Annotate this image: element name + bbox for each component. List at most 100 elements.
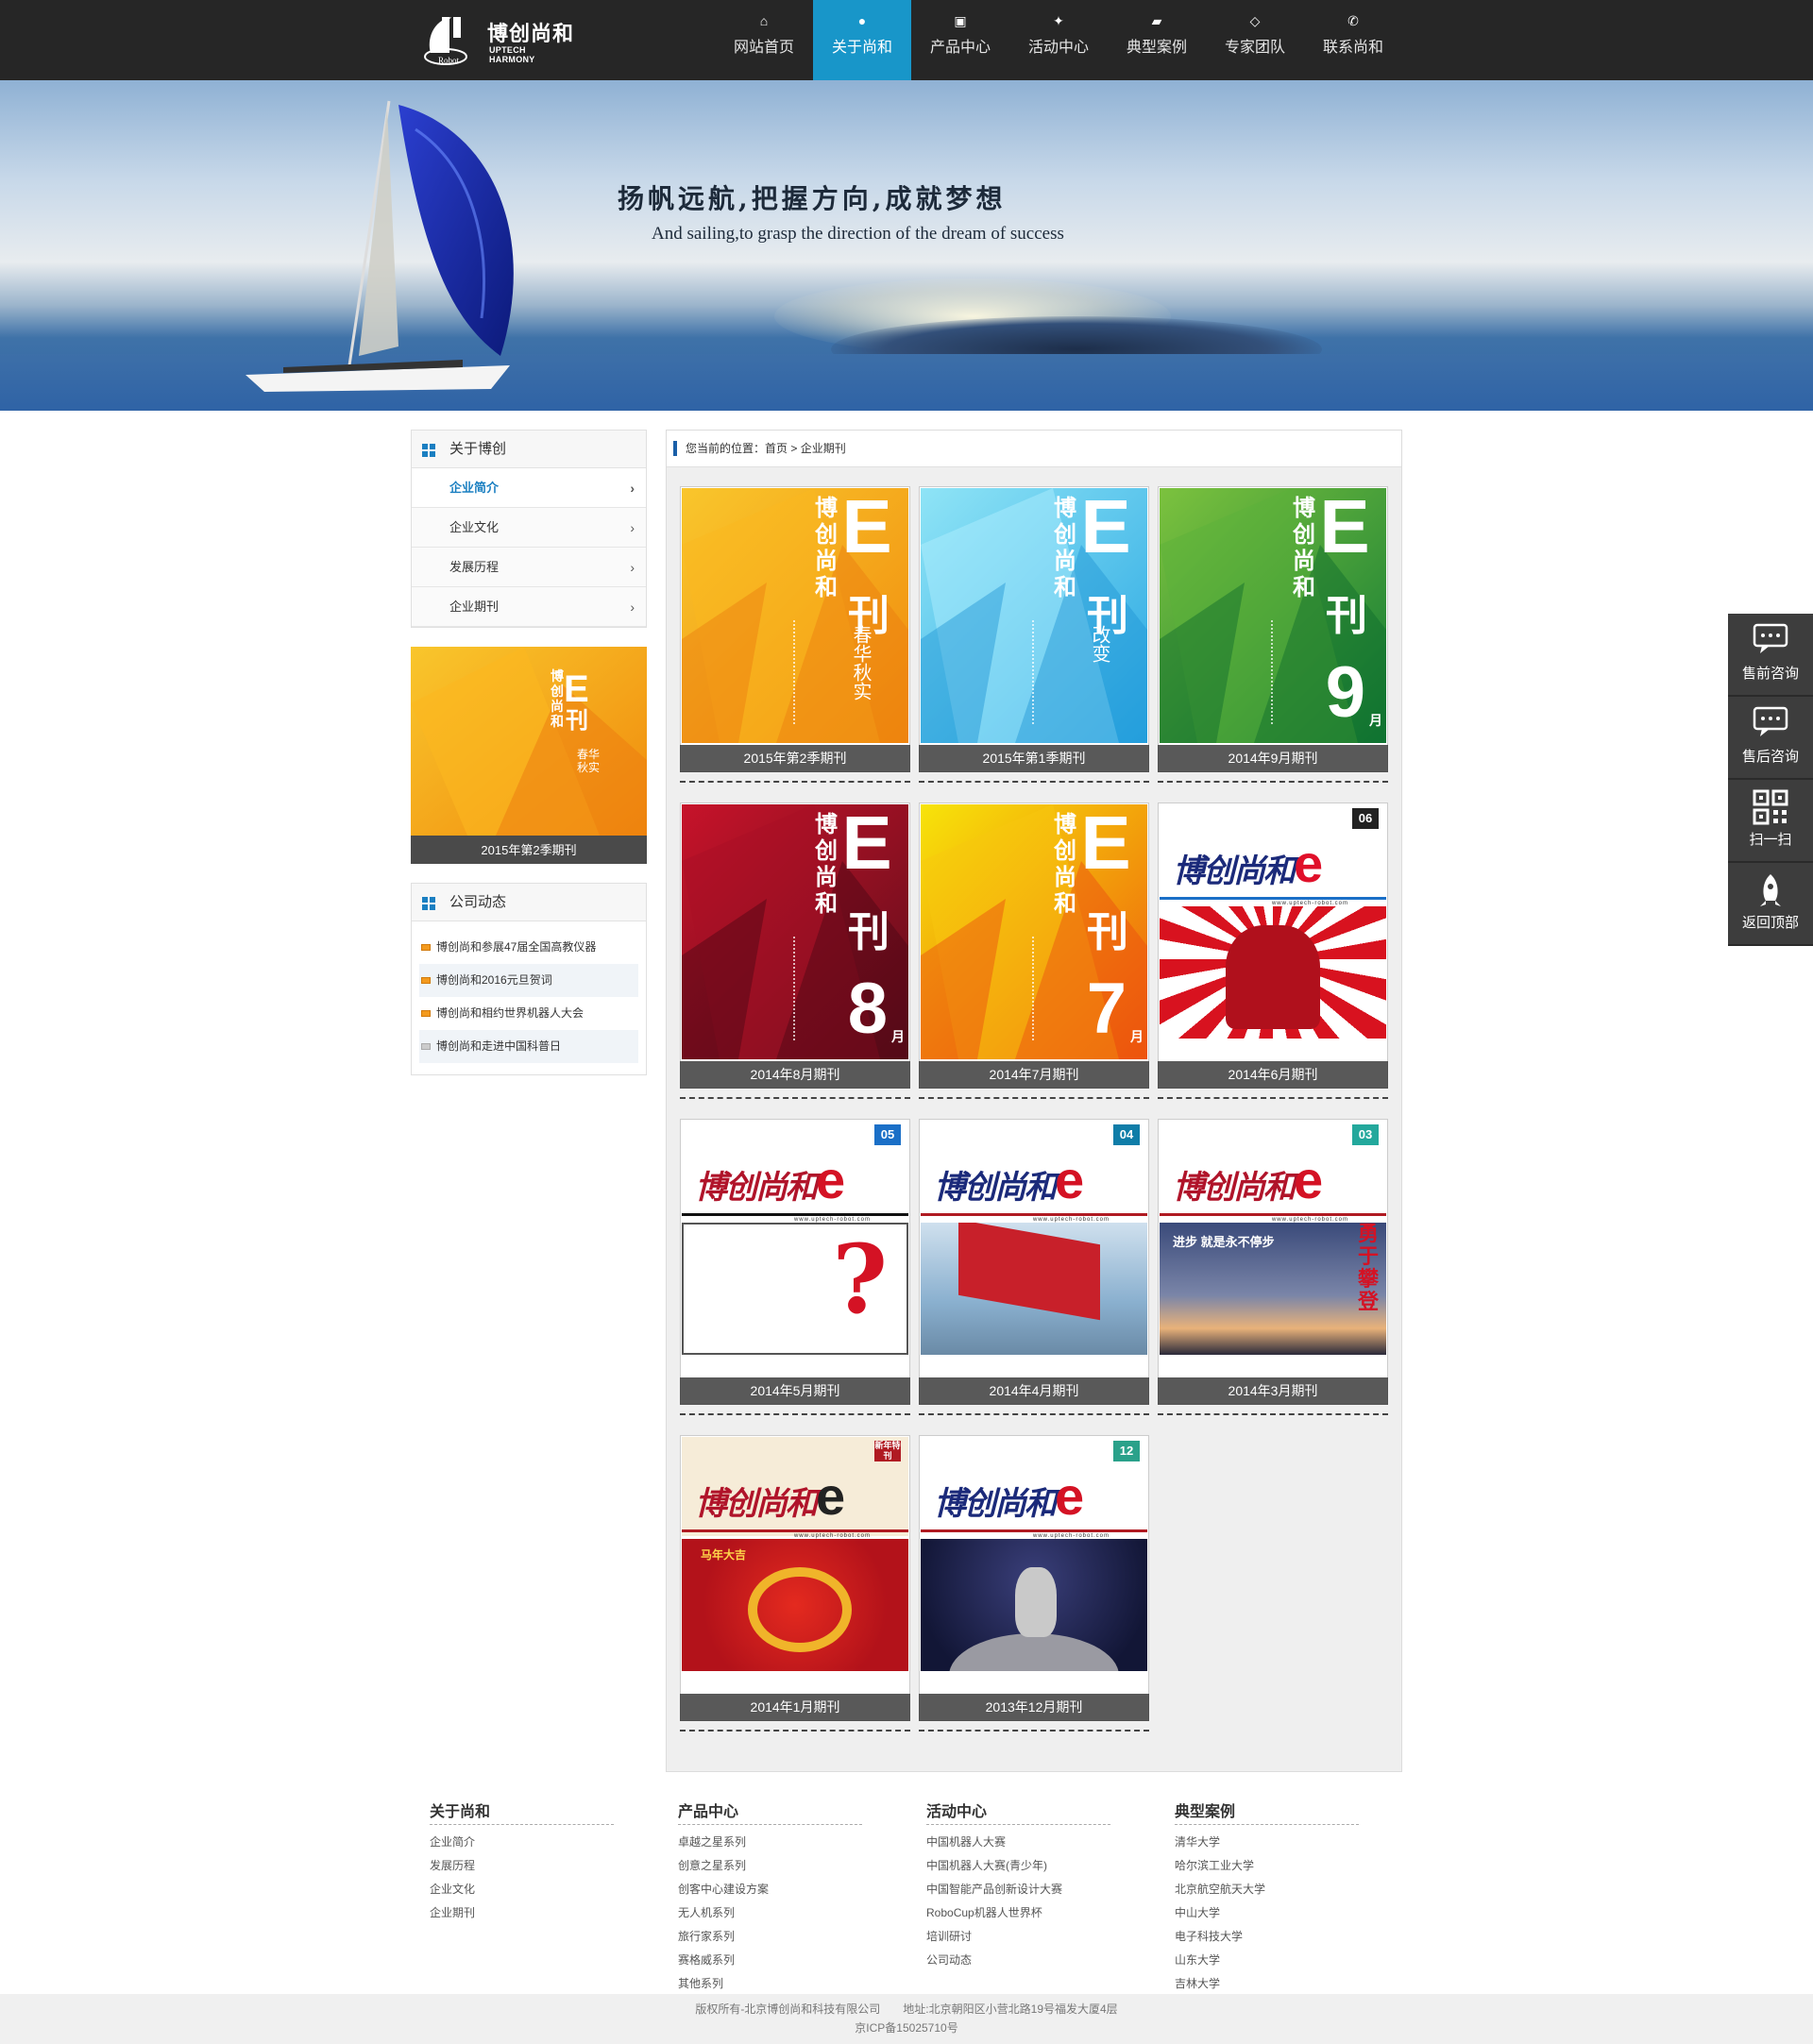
top-navbar: Robot 博创尚和 UPTECH HARMONY ⌂ 网站首页 ● 关于尚和 ▣ 产品中… (0, 0, 1813, 80)
nav-item-6[interactable]: ✆ 联系尚和 (1304, 0, 1402, 80)
float-item[interactable]: 扫一扫 (1728, 780, 1813, 863)
banner-slogan-en: And sailing,to grasp the direction of th… (652, 224, 1064, 244)
cover-brand-vertical: 博创尚和 (1054, 496, 1076, 600)
footer-link[interactable]: 旅行家系列 (678, 1925, 862, 1949)
news-bullet-icon (421, 1043, 431, 1050)
float-item[interactable]: 返回顶部 (1728, 863, 1813, 946)
breadcrumb-prefix: 您当前的位置： (686, 442, 766, 455)
news-item[interactable]: 博创尚和2016元旦贺词 (419, 964, 638, 997)
nav-label: 专家团队 (1224, 40, 1285, 56)
dashed-divider (1158, 781, 1388, 783)
side-menu-item[interactable]: 企业简介 › (412, 468, 646, 508)
footer-link[interactable]: 中国机器人大赛 (926, 1831, 1110, 1854)
journal-card[interactable]: 博创尚和e 04 www.uptech-robot.com 2014年4月期刊 (919, 1119, 1149, 1415)
footer-link[interactable]: 吉林大学 (1175, 1972, 1359, 1996)
journal-card[interactable]: 博创尚和E 刊春华秋实 2015年第2季期刊 (680, 486, 910, 783)
user-icon: ● (857, 13, 867, 28)
cover-art: 博创尚和e 新年特刊 www.uptech-robot.com 马年大吉 (682, 1437, 908, 1692)
chevron-right-icon: › (630, 481, 635, 496)
footer-link[interactable]: 创客中心建设方案 (678, 1878, 862, 1901)
journal-card[interactable]: 博创尚和E 刊改变 2015年第1季期刊 (919, 486, 1149, 783)
cover-vertical-text-decoration (1032, 620, 1042, 724)
cover-picture: 进步 就是永不停步 勇于攀登 (1160, 1223, 1386, 1355)
footer-link[interactable]: 无人机系列 (678, 1901, 862, 1925)
footer-link[interactable]: 中国智能产品创新设计大赛 (926, 1878, 1110, 1901)
cover-vertical-text-decoration (1032, 937, 1042, 1040)
nav-label: 网站首页 (733, 40, 794, 56)
news-item[interactable]: 博创尚和相约世界机器人大会 (419, 997, 638, 1030)
about-menu-title: 关于博创 (449, 441, 507, 457)
breadcrumb-current: 企业期刊 (800, 442, 846, 455)
cover-header: 博创尚和e 12 (921, 1437, 1147, 1536)
cover-picture (1160, 906, 1386, 1039)
side-menu-label: 企业文化 (449, 520, 500, 534)
footer-link[interactable]: 山东大学 (1175, 1949, 1359, 1972)
nav-item-2[interactable]: ▣ 产品中心 (911, 0, 1009, 80)
breadcrumb-home-link[interactable]: 首页 (765, 442, 788, 455)
side-menu-item[interactable]: 发展历程 › (412, 548, 646, 587)
journal-cover: 博创尚和E 刊 7 月 (919, 802, 1149, 1089)
home-icon: ⌂ (759, 13, 769, 28)
nav-item-1[interactable]: ● 关于尚和 (813, 0, 911, 80)
logo[interactable]: Robot 博创尚和 UPTECH HARMONY (423, 9, 574, 68)
journal-card[interactable]: 博创尚和E 刊 9 月 2014年9月期刊 (1158, 486, 1388, 783)
side-menu-item[interactable]: 企业文化 › (412, 508, 646, 548)
cover-url: www.uptech-robot.com (1160, 897, 1386, 906)
footer-link[interactable]: 卓越之星系列 (678, 1831, 862, 1854)
journal-card[interactable]: 博创尚和E 刊 7 月 2014年7月期刊 (919, 802, 1149, 1099)
footer-link[interactable]: 哈尔滨工业大学 (1175, 1854, 1359, 1878)
cover-brand: 博创尚和e (1173, 1149, 1323, 1210)
journal-card[interactable]: 博创尚和e 03 www.uptech-robot.com 进步 就是永不停步 勇于攀登… (1158, 1119, 1388, 1415)
cover-e-letter: e (1294, 834, 1323, 893)
footer-link[interactable]: 其他系列 (678, 1972, 862, 1996)
journal-card[interactable]: 博创尚和e 12 www.uptech-robot.com 2013年12月期刊 (919, 1435, 1149, 1731)
cover-issue-number: 06 (1352, 808, 1379, 829)
float-item[interactable]: 售后咨询 (1728, 697, 1813, 780)
news-item[interactable]: 博创尚和走进中国科普日 (419, 1030, 638, 1063)
footer-link[interactable]: 北京航空航天大学 (1175, 1878, 1359, 1901)
journal-card[interactable]: 博创尚和e 新年特刊 www.uptech-robot.com 马年大吉 2014年1月… (680, 1435, 910, 1731)
journal-card[interactable]: 博创尚和e 05 www.uptech-robot.com? 2014年5月期刊 (680, 1119, 910, 1415)
nav-item-5[interactable]: ◇ 专家团队 (1206, 0, 1304, 80)
float-item[interactable]: 售前咨询 (1728, 614, 1813, 697)
cover-e-letter: e (816, 1466, 845, 1526)
footer-link[interactable]: 发展历程 (430, 1854, 614, 1878)
breadcrumb-marker (673, 441, 677, 456)
footer-link[interactable]: 清华大学 (1175, 1831, 1359, 1854)
footer-link[interactable]: RoboCup机器人世界杯 (926, 1901, 1110, 1925)
cover-kan: 刊 (1087, 909, 1128, 955)
footer-link[interactable]: 企业期刊 (430, 1901, 614, 1925)
cover-url: www.uptech-robot.com (682, 1529, 908, 1539)
footer-link[interactable]: 培训研讨 (926, 1925, 1110, 1949)
journal-cover: 博创尚和E 刊 9 月 (1158, 486, 1388, 772)
journal-cover: 博创尚和e 12 www.uptech-robot.com (919, 1435, 1149, 1721)
cover-e-letter: e (1055, 1466, 1084, 1526)
news-bullet-icon (421, 977, 431, 984)
chat-icon (1728, 614, 1813, 663)
news-link: 博创尚和参展47届全国高教仪器 (436, 940, 597, 954)
cover-url: www.uptech-robot.com (1160, 1213, 1386, 1223)
side-menu-item[interactable]: 企业期刊 › (412, 587, 646, 627)
footer-link[interactable]: 中山大学 (1175, 1901, 1359, 1925)
footer-link[interactable]: 企业简介 (430, 1831, 614, 1854)
footer-link[interactable]: 创意之星系列 (678, 1854, 862, 1878)
footer-link[interactable]: 赛格威系列 (678, 1949, 862, 1972)
journal-cover: 博创尚和e 06 www.uptech-robot.com (1158, 802, 1388, 1089)
footer-link[interactable]: 电子科技大学 (1175, 1925, 1359, 1949)
footer-column: 典型案例 清华大学 哈尔滨工业大学 北京航空航天大学 中山大学 电子科技大学 山东大学 吉林大… (1175, 1799, 1359, 1996)
footer-link[interactable]: 企业文化 (430, 1878, 614, 1901)
journal-card[interactable]: 博创尚和e 06 www.uptech-robot.com 2014年6月期刊 (1158, 802, 1388, 1099)
nav-item-3[interactable]: ✦ 活动中心 (1009, 0, 1108, 80)
cover-url: www.uptech-robot.com (921, 1213, 1147, 1223)
footer-column: 活动中心 中国机器人大赛 中国机器人大赛(青少年) 中国智能产品创新设计大赛 RoboC… (926, 1799, 1110, 1972)
featured-journal[interactable]: 博 创 尚 和 E 刊 春华 秋实 2015年第2季期刊 (411, 647, 647, 864)
footer-link[interactable]: 公司动态 (926, 1949, 1110, 1972)
cover-art: 博创尚和e 12 www.uptech-robot.com (921, 1437, 1147, 1692)
journal-caption: 2014年8月期刊 (680, 1061, 910, 1089)
nav-item-0[interactable]: ⌂ 网站首页 (715, 0, 813, 80)
nav-item-4[interactable]: ▰ 典型案例 (1108, 0, 1206, 80)
news-item[interactable]: 博创尚和参展47届全国高教仪器 (419, 931, 638, 964)
hero-banner: 扬帆远航,把握方向,成就梦想 And sailing,to grasp the … (0, 80, 1813, 411)
footer-link[interactable]: 中国机器人大赛(青少年) (926, 1854, 1110, 1878)
journal-card[interactable]: 博创尚和E 刊 8 月 2014年8月期刊 (680, 802, 910, 1099)
